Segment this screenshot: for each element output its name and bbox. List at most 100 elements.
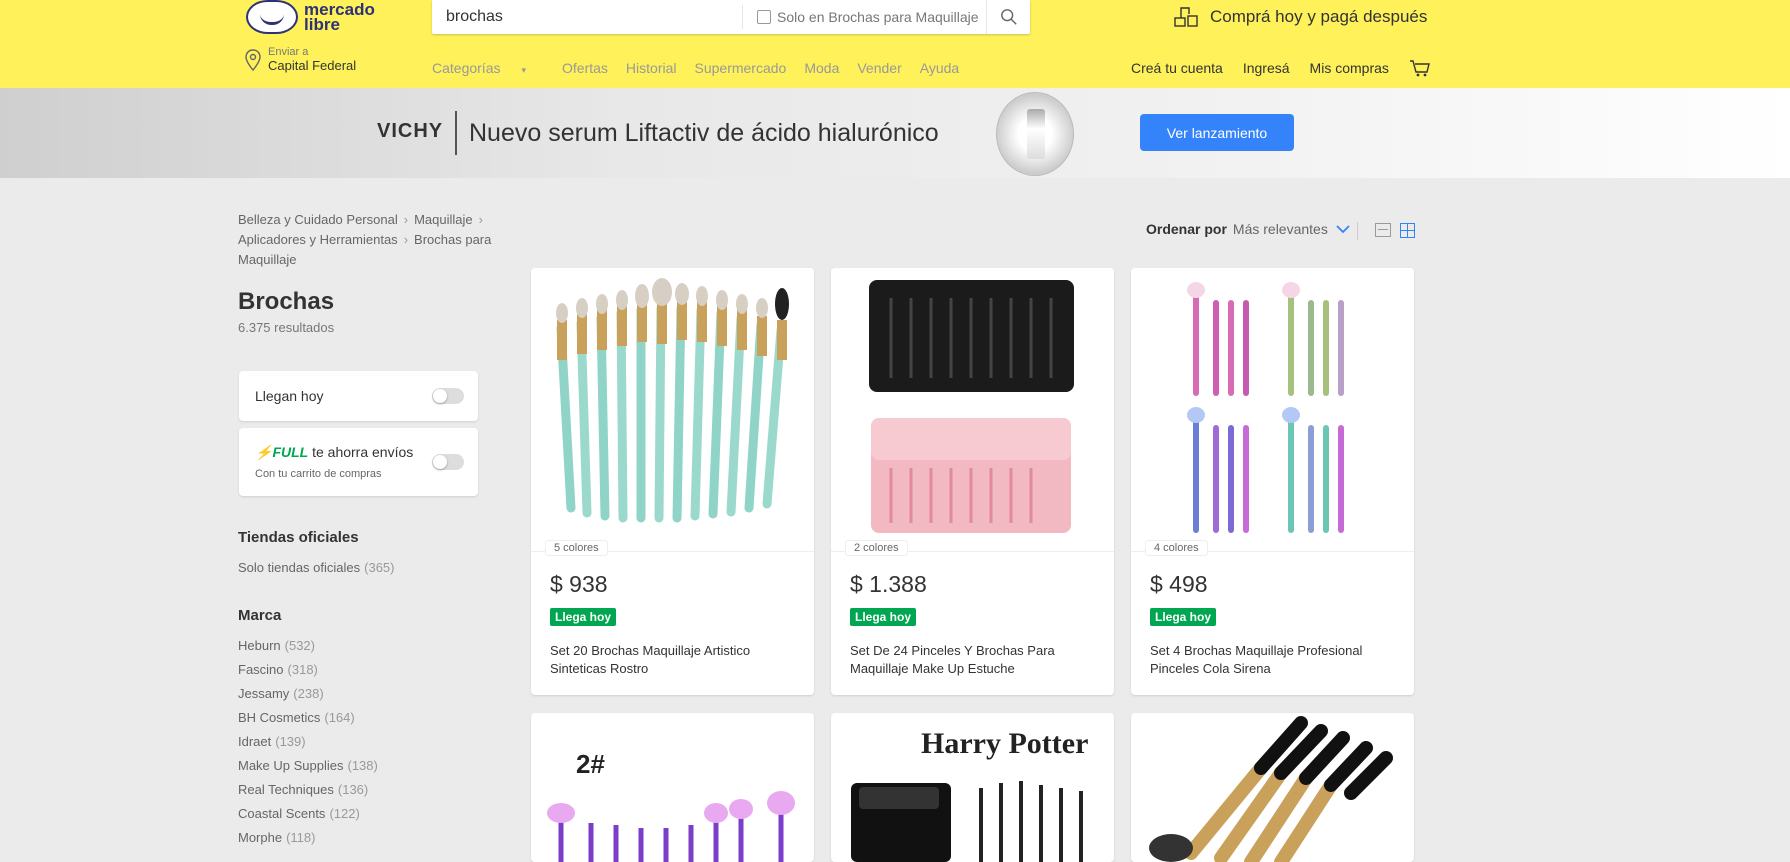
sort-value: Más relevantes xyxy=(1232,221,1328,237)
location-label: Enviar a xyxy=(268,46,309,58)
black-gold-brushes-image xyxy=(1149,716,1393,862)
full-note: Con tu carrito de compras xyxy=(255,468,382,480)
breadcrumb: Belleza y Cuidado Personal › Maquillaje › Ap… xyxy=(238,210,518,270)
results-count: 6.375 resultados xyxy=(238,320,335,335)
filter-label: Llegan hoy xyxy=(255,388,324,404)
harry-potter-logo: Harry Potter xyxy=(921,727,1088,760)
brush-case-image xyxy=(869,280,1074,533)
payment-icon xyxy=(1174,7,1198,27)
nav-supermarket[interactable]: Supermercado xyxy=(695,60,787,76)
top-header: mercado libre Solo en Brochas para Maqui… xyxy=(0,0,1790,88)
nav-categories[interactable]: Categorías ▾ xyxy=(432,60,544,76)
scope-label: Solo en Brochas para Maquillaje xyxy=(777,9,979,25)
page-title: Brochas xyxy=(238,288,335,315)
nav-fashion[interactable]: Moda xyxy=(804,60,839,76)
brand-item[interactable]: Idraet (139) xyxy=(238,734,306,749)
chevron-right-icon: › xyxy=(478,212,483,227)
filter-arrive-today[interactable]: Llegan hoy xyxy=(239,371,478,421)
create-account-link[interactable]: Creá tu cuenta xyxy=(1131,60,1223,76)
cart-icon[interactable] xyxy=(1409,59,1431,77)
product-image xyxy=(831,268,1114,548)
product-card[interactable]: 5 colores $ 938 Llega hoy Set 20 Brochas… xyxy=(531,268,814,695)
chevron-right-icon: › xyxy=(403,232,409,247)
banner-brand: VICHY xyxy=(377,120,444,142)
chevron-down-icon xyxy=(1336,225,1350,234)
chevron-right-icon: › xyxy=(403,212,409,227)
filter-full[interactable]: ⚡FULL te ahorra envíos Con tu carrito de… xyxy=(239,428,478,496)
product-card[interactable]: Harry Potter xyxy=(831,713,1114,862)
sort-label: Ordenar por xyxy=(1146,221,1227,237)
breadcrumb-item[interactable]: Belleza y Cuidado Personal xyxy=(238,212,398,227)
banner-cta-button[interactable]: Ver lanzamiento xyxy=(1140,114,1294,151)
location-pin-icon xyxy=(245,49,261,71)
product-card[interactable]: 4 colores $ 498 Llega hoy Set 4 Brochas … xyxy=(1131,268,1414,695)
brand-item[interactable]: Morphe (118) xyxy=(238,830,315,845)
mercadolibre-logo[interactable]: mercado libre xyxy=(246,0,375,34)
serum-product-image xyxy=(996,92,1074,176)
toggle-full[interactable] xyxy=(432,454,464,470)
product-price: $ 498 xyxy=(1150,571,1208,597)
list-view-icon[interactable] xyxy=(1375,223,1391,237)
search-button[interactable] xyxy=(986,0,1030,34)
product-card[interactable] xyxy=(1131,713,1414,862)
location-value: Capital Federal xyxy=(268,58,357,73)
nav-offers[interactable]: Ofertas xyxy=(562,60,608,76)
banner-divider xyxy=(455,111,457,155)
arrives-today-badge: Llega hoy xyxy=(850,608,917,626)
colors-chip: 2 colores xyxy=(845,540,908,556)
promo-text: Comprá hoy y pagá después xyxy=(1210,7,1428,26)
label-2: 2# xyxy=(576,749,605,779)
handshake-icon xyxy=(246,0,298,34)
product-image xyxy=(1131,268,1414,548)
mermaid-brushes-image xyxy=(1187,282,1344,533)
nav-history[interactable]: Historial xyxy=(626,60,677,76)
brand-item[interactable]: Coastal Scents (122) xyxy=(238,806,360,821)
harry-potter-brushes-image: Harry Potter xyxy=(851,727,1088,862)
full-badge: ⚡FULL xyxy=(255,444,309,460)
location-selector[interactable]: Enviar a Capital Federal xyxy=(244,46,356,74)
colors-chip: 4 colores xyxy=(1145,540,1208,556)
product-title[interactable]: Set 20 Brochas Maquillaje Artistico Sint… xyxy=(550,642,800,678)
arrives-today-badge: Llega hoy xyxy=(550,608,617,626)
nav-sell[interactable]: Vender xyxy=(857,60,901,76)
grid-view-icon[interactable] xyxy=(1400,223,1415,238)
search-scope[interactable]: Solo en Brochas para Maquillaje xyxy=(742,5,986,29)
brand-item[interactable]: Make Up Supplies (138) xyxy=(238,758,378,773)
arrives-today-badge: Llega hoy xyxy=(1150,608,1217,626)
purple-brushes-image: 2# xyxy=(547,749,795,862)
product-card[interactable]: 2# xyxy=(531,713,814,862)
toggle-arrive-today[interactable] xyxy=(432,388,464,404)
product-title[interactable]: Set De 24 Pinceles Y Brochas Para Maquil… xyxy=(850,642,1100,678)
lightning-icon: ⚡ xyxy=(255,444,273,460)
product-price: $ 1.388 xyxy=(850,571,927,597)
logo-line2: libre xyxy=(304,15,340,34)
product-card[interactable]: 2 colores $ 1.388 Llega hoy Set De 24 Pi… xyxy=(831,268,1114,695)
official-stores-link[interactable]: Solo tiendas oficiales (365) xyxy=(238,560,395,575)
my-purchases-link[interactable]: Mis compras xyxy=(1310,60,1389,76)
breadcrumb-item[interactable]: Maquillaje xyxy=(414,212,473,227)
product-title[interactable]: Set 4 Brochas Maquillaje Profesional Pin… xyxy=(1150,642,1400,678)
login-link[interactable]: Ingresá xyxy=(1243,60,1290,76)
brush-set-image xyxy=(556,278,789,523)
brand-title: Marca xyxy=(238,607,282,624)
nav-help[interactable]: Ayuda xyxy=(920,60,959,76)
brand-item[interactable]: Heburn (532) xyxy=(238,638,315,653)
official-stores-title: Tiendas oficiales xyxy=(238,529,359,546)
breadcrumb-item[interactable]: Aplicadores y Herramientas xyxy=(238,232,398,247)
brand-item[interactable]: Real Techniques (136) xyxy=(238,782,368,797)
brand-item[interactable]: Jessamy (238) xyxy=(238,686,324,701)
banner-headline: Nuevo serum Liftactiv de ácido hialuróni… xyxy=(469,119,939,147)
main-nav: Categorías ▾ Ofertas Historial Supermerca… xyxy=(432,60,977,76)
sort-selector[interactable]: Ordenar por Más relevantes xyxy=(1146,221,1350,237)
account-nav: Creá tu cuenta Ingresá Mis compras xyxy=(1131,59,1431,77)
search-bar: Solo en Brochas para Maquillaje xyxy=(432,0,1030,34)
search-input[interactable] xyxy=(432,0,742,34)
sort-divider xyxy=(1357,222,1358,240)
brand-item[interactable]: Fascino (318) xyxy=(238,662,318,677)
promo-link[interactable]: Comprá hoy y pagá después xyxy=(1172,4,1427,30)
product-price: $ 938 xyxy=(550,571,608,597)
scope-checkbox[interactable] xyxy=(757,10,771,24)
brand-item[interactable]: BH Cosmetics (164) xyxy=(238,710,355,725)
full-label: ⚡FULL te ahorra envíos xyxy=(255,444,414,460)
chevron-down-icon: ▾ xyxy=(521,65,527,75)
